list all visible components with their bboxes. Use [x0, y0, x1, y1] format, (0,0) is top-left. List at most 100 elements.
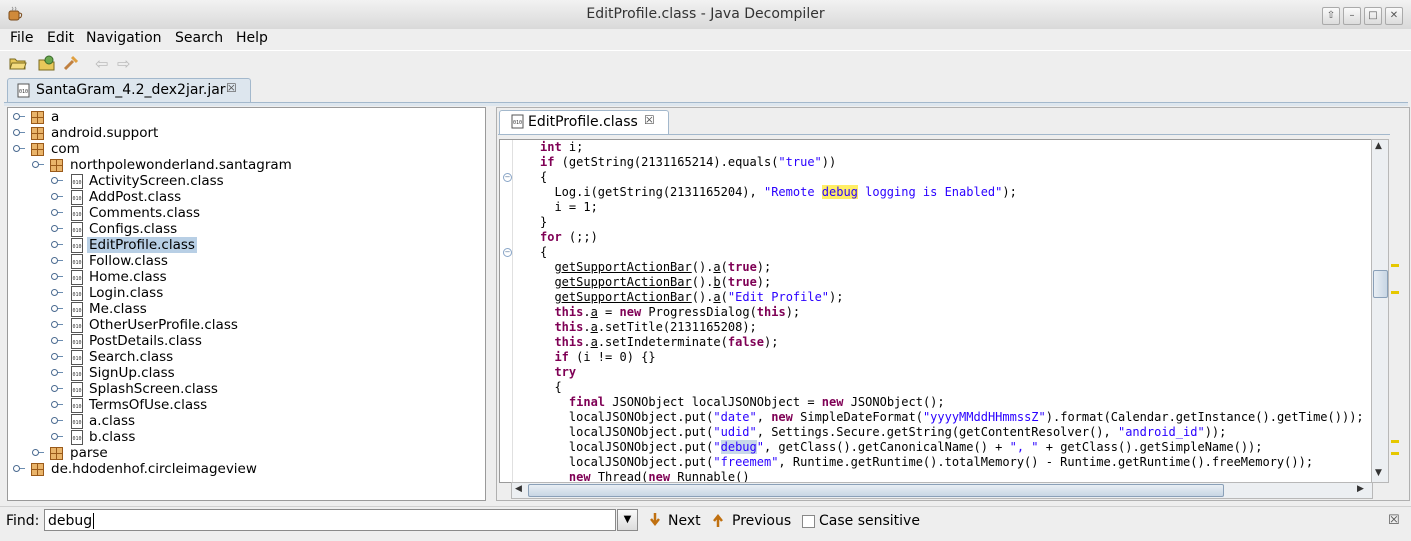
tree-expand-handle-icon[interactable]: [51, 257, 63, 265]
tree-expand-handle-icon[interactable]: [51, 353, 63, 361]
open-file-icon[interactable]: [9, 55, 27, 75]
next-arrow-icon[interactable]: [648, 512, 662, 532]
tree-expand-handle-icon[interactable]: [51, 273, 63, 281]
tree-expand-handle-icon[interactable]: [51, 321, 63, 329]
tree-expand-handle-icon[interactable]: [51, 433, 63, 441]
scroll-down-icon[interactable]: ▼: [1375, 468, 1382, 478]
tree-expand-handle-icon[interactable]: [51, 401, 63, 409]
scroll-thumb[interactable]: [1373, 270, 1388, 298]
match-marker[interactable]: [1391, 440, 1399, 443]
code-view[interactable]: − − int i; if (getString(2131165214).equal…: [499, 139, 1373, 483]
window-up-icon[interactable]: ⇧: [1322, 7, 1340, 25]
menu-edit[interactable]: Edit: [47, 30, 74, 46]
previous-button[interactable]: Previous: [732, 513, 791, 529]
code-token: "date": [713, 410, 757, 424]
open-type-icon[interactable]: [38, 55, 56, 75]
svg-text:010: 010: [73, 404, 82, 410]
tree-expand-handle-icon[interactable]: [51, 385, 63, 393]
find-label: Find:: [6, 513, 40, 529]
tree-expand-handle-icon[interactable]: [51, 369, 63, 377]
code-token: }: [540, 215, 548, 229]
code-token: (getString(2131165214).equals(: [554, 155, 779, 169]
code-token: new: [771, 410, 793, 424]
code-token: new: [619, 305, 642, 319]
class-file-icon: 010: [70, 206, 85, 221]
match-marker[interactable]: [1391, 264, 1399, 267]
match-marker[interactable]: [1391, 291, 1399, 294]
svg-text:010: 010: [19, 89, 28, 95]
match-marker[interactable]: [1391, 452, 1399, 455]
tree-expand-handle-icon[interactable]: [32, 161, 44, 169]
code-token: debug: [720, 440, 757, 454]
package-tree[interactable]: a android.support com northpolewonderland.s…: [7, 107, 486, 501]
tab-jar-file[interactable]: 010 SantaGram_4.2_dex2jar.jar ☒: [7, 78, 251, 103]
find-history-dropdown[interactable]: ▼: [617, 509, 638, 531]
next-button[interactable]: Next: [668, 513, 701, 529]
tab-close-icon[interactable]: ☒: [644, 113, 655, 127]
tree-expand-handle-icon[interactable]: [51, 305, 63, 313]
code-token: a: [590, 335, 598, 349]
tab-label: EditProfile.class: [528, 114, 638, 130]
class-file-icon: 010: [70, 366, 85, 381]
code-token: getSupportActionBar: [554, 290, 692, 304]
code-token: );: [829, 290, 844, 304]
tree-expand-handle-icon[interactable]: [51, 193, 63, 201]
svg-text:010: 010: [73, 388, 82, 394]
tree-expand-handle-icon[interactable]: [51, 289, 63, 297]
code-token: (: [720, 260, 728, 274]
tree-expand-handle-icon[interactable]: [51, 209, 63, 217]
minimize-icon[interactable]: –: [1343, 7, 1361, 25]
tab-close-icon[interactable]: ☒: [226, 81, 237, 95]
find-input[interactable]: debug: [44, 509, 616, 531]
fold-toggle-icon[interactable]: −: [503, 173, 512, 182]
menu-navigation[interactable]: Navigation: [86, 30, 162, 46]
code-token: ProgressDialog(: [641, 305, 757, 319]
case-sensitive-checkbox[interactable]: [802, 515, 815, 528]
svg-text:010: 010: [73, 196, 82, 202]
tree-expand-handle-icon[interactable]: [51, 417, 63, 425]
menu-search[interactable]: Search: [175, 30, 223, 46]
code-line: getSupportActionBar().a("Edit Profile");: [526, 290, 844, 305]
class-file-icon: 010: [70, 318, 85, 333]
svg-text:010: 010: [73, 228, 82, 234]
code-token: logging is Enabled": [857, 185, 1003, 199]
back-arrow-icon[interactable]: ⇦: [95, 54, 108, 73]
tree-expand-handle-icon[interactable]: [51, 177, 63, 185]
tree-expand-handle-icon[interactable]: [32, 449, 44, 457]
code-line: getSupportActionBar().a(true);: [526, 260, 771, 275]
previous-arrow-icon[interactable]: [711, 512, 725, 532]
search-type-icon[interactable]: [62, 55, 80, 75]
vertical-scrollbar[interactable]: ▲ ▼: [1371, 139, 1389, 483]
scroll-up-icon[interactable]: ▲: [1375, 141, 1382, 151]
tree-expand-handle-icon[interactable]: [13, 113, 25, 121]
code-token: );: [1002, 185, 1017, 199]
code-token: localJSONObject.put(: [540, 455, 714, 469]
close-icon[interactable]: ✕: [1385, 7, 1403, 25]
tree-node-label: android.support: [51, 125, 159, 141]
tree-expand-handle-icon[interactable]: [51, 225, 63, 233]
scroll-left-icon[interactable]: ◀: [515, 484, 522, 494]
class-file-icon: 010: [70, 270, 85, 285]
tree-expand-handle-icon[interactable]: [13, 465, 25, 473]
fold-toggle-icon[interactable]: −: [503, 248, 512, 257]
package-icon: [31, 111, 44, 124]
menu-help[interactable]: Help: [236, 30, 268, 46]
find-close-icon[interactable]: ☒: [1388, 513, 1400, 528]
maximize-icon[interactable]: □: [1364, 7, 1382, 25]
jar-file-icon: 010: [17, 83, 30, 102]
forward-arrow-icon[interactable]: ⇨: [117, 54, 130, 73]
horizontal-scrollbar[interactable]: ◀ ▶: [511, 482, 1373, 499]
scroll-thumb[interactable]: [528, 484, 1224, 497]
menu-file[interactable]: File: [10, 30, 33, 46]
svg-text:010: 010: [73, 308, 82, 314]
scroll-right-icon[interactable]: ▶: [1357, 484, 1364, 494]
tree-expand-handle-icon[interactable]: [13, 129, 25, 137]
tree-expand-handle-icon[interactable]: [13, 145, 25, 153]
tree-expand-handle-icon[interactable]: [51, 241, 63, 249]
tab-editprofile-class[interactable]: 010 EditProfile.class ☒: [499, 110, 669, 134]
tree-expand-handle-icon[interactable]: [51, 337, 63, 345]
